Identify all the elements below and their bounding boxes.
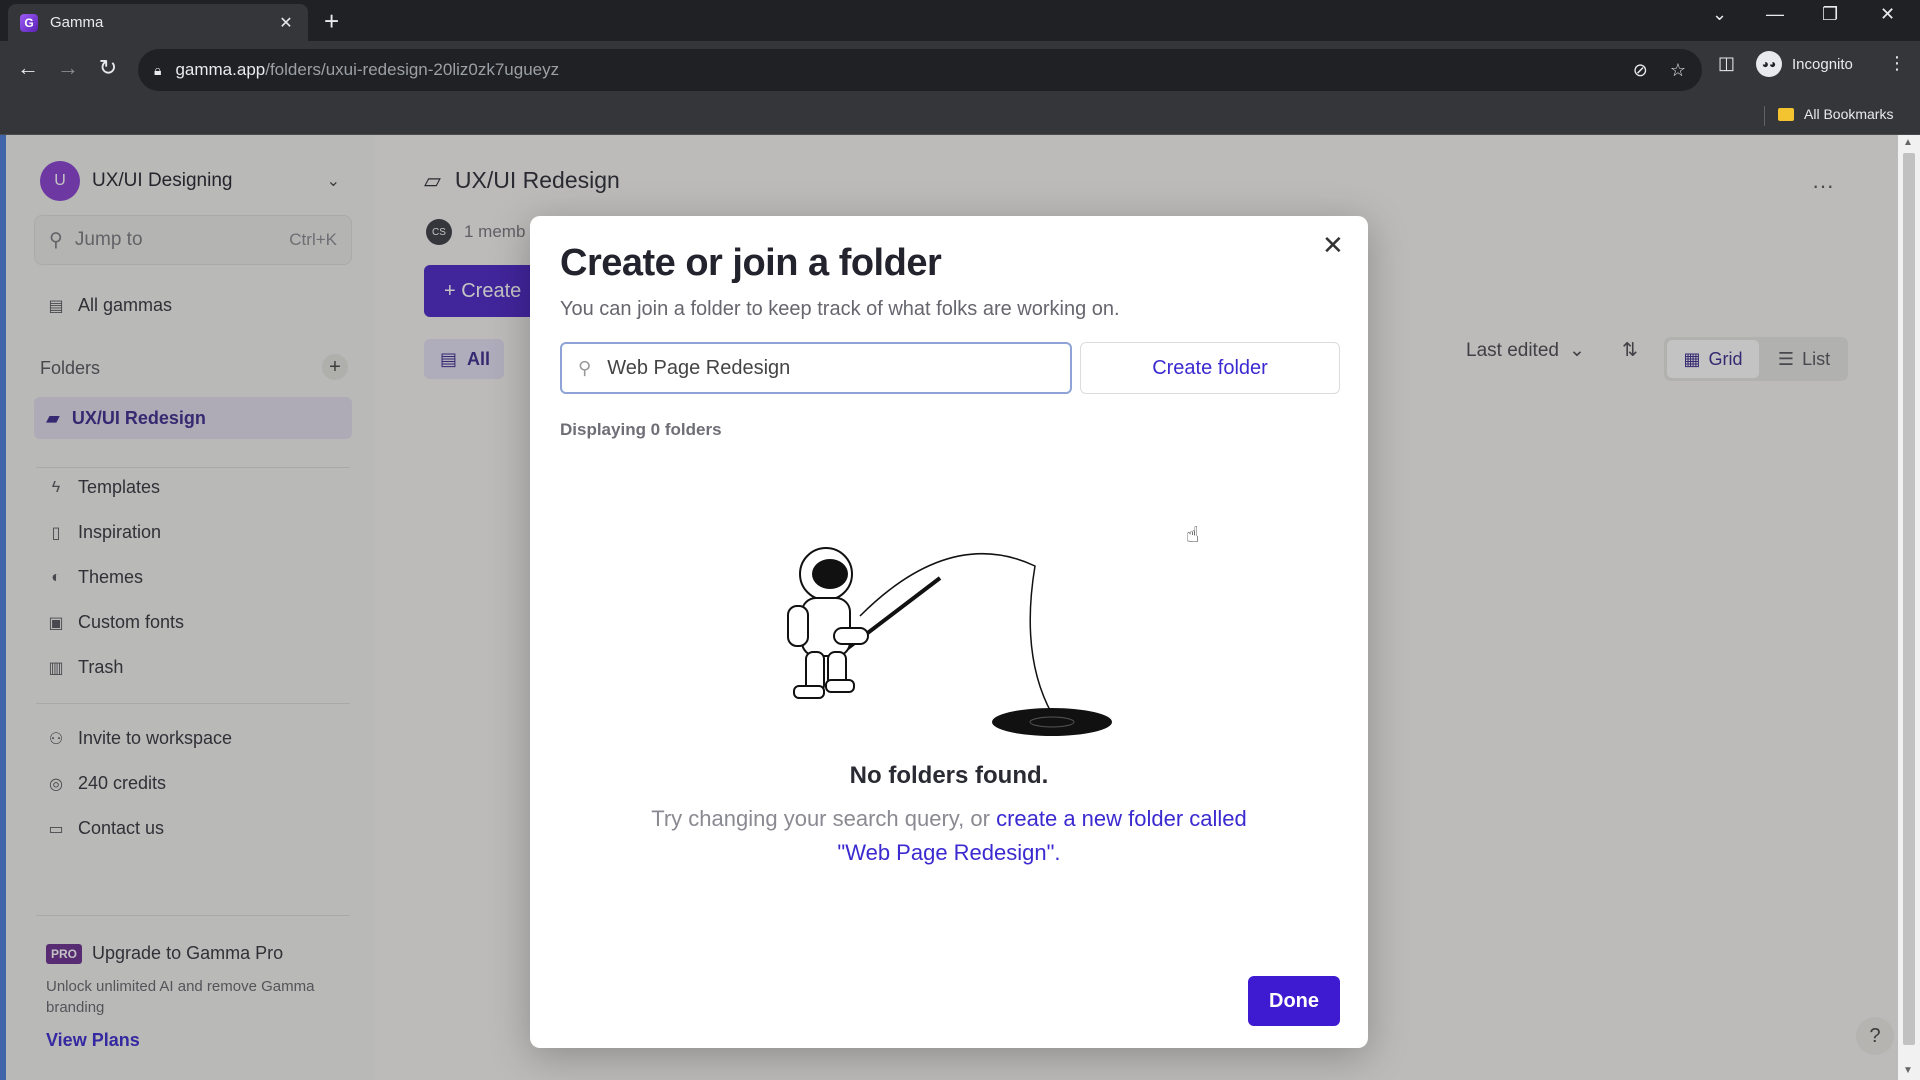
empty-state-hint: Try changing your search query, or creat… <box>651 806 1247 865</box>
folder-search-input[interactable]: ⚲ Web Page Redesign <box>560 342 1072 394</box>
eye-off-icon[interactable]: ⊘ <box>1633 60 1648 81</box>
browser-tab[interactable]: G Gamma ✕ <box>8 4 308 41</box>
reload-icon[interactable]: ↻ <box>94 55 122 81</box>
tab-search-icon[interactable]: ⌄ <box>1712 4 1727 25</box>
astronaut-fishing-illustration <box>787 547 1112 736</box>
incognito-icon: ◕◕ <box>1756 51 1782 77</box>
side-panel-icon[interactable]: ◫ <box>1718 53 1735 74</box>
new-tab-button[interactable]: + <box>324 6 339 36</box>
empty-state-title: No folders found. <box>849 762 1049 789</box>
lock-icon: 🔒︎ <box>154 61 162 78</box>
forward-icon[interactable]: → <box>54 55 82 81</box>
bookmarks-divider <box>1764 106 1765 126</box>
close-icon[interactable]: ✕ <box>1322 230 1344 261</box>
search-icon: ⚲ <box>578 357 592 378</box>
bookmarks-bar: All Bookmarks <box>0 98 1920 135</box>
create-join-folder-dialog: Create or join a folder You can join a f… <box>530 216 1368 1048</box>
create-folder-button[interactable]: Create folder <box>1080 342 1340 394</box>
folder-count: Displaying 0 folders <box>560 420 722 439</box>
minimize-icon[interactable]: — <box>1766 4 1784 25</box>
dialog-subtitle: You can join a folder to keep track of w… <box>560 298 1120 320</box>
search-value: Web Page Redesign <box>607 356 791 379</box>
scroll-up-icon[interactable]: ▲ <box>1903 137 1913 148</box>
all-bookmarks[interactable]: All Bookmarks <box>1778 106 1893 122</box>
gamma-app: U UX/UI Designing ⌄ ⚲ Jump to Ctrl+K ▤ A… <box>0 135 1920 1080</box>
tab-title: Gamma <box>50 14 104 31</box>
browser-toolbar: ← → ↻ 🔒︎ gamma.app/folders/uxui-redesign… <box>0 41 1920 98</box>
done-button[interactable]: Done <box>1248 976 1340 1026</box>
bookmark-star-icon[interactable]: ☆ <box>1670 60 1686 81</box>
scrollbar-thumb[interactable] <box>1903 153 1915 1045</box>
bookmark-folder-icon <box>1778 107 1794 121</box>
tab-close-icon[interactable]: ✕ <box>276 13 296 33</box>
gamma-favicon: G <box>20 13 38 32</box>
url-text[interactable]: gamma.app/folders/uxui-redesign-20liz0zk… <box>175 60 1610 80</box>
hand-cursor-icon: ☝ <box>1186 522 1200 547</box>
dialog-title: Create or join a folder <box>560 242 942 284</box>
page-scrollbar[interactable]: ▲ ▼ <box>1898 135 1920 1080</box>
restore-icon[interactable]: ❐ <box>1822 4 1838 25</box>
back-icon[interactable]: ← <box>14 55 42 81</box>
window-close-icon[interactable]: ✕ <box>1880 4 1895 25</box>
address-bar[interactable]: 🔒︎ gamma.app/folders/uxui-redesign-20liz… <box>138 49 1702 91</box>
incognito-profile[interactable]: ◕◕ Incognito <box>1756 51 1853 77</box>
browser-menu-icon[interactable]: ⋮ <box>1888 53 1906 74</box>
scroll-down-icon[interactable]: ▼ <box>1903 1065 1913 1076</box>
browser-tab-bar: G Gamma ✕ + ⌄ — ❐ ✕ <box>0 0 1920 41</box>
